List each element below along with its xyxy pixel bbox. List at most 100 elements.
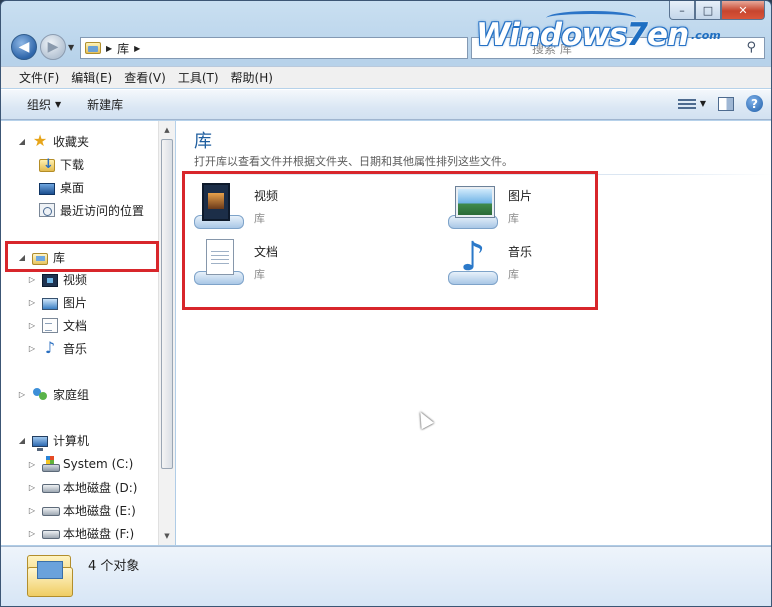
expand-arrow-icon[interactable]: ▷ bbox=[27, 529, 37, 538]
video-icon bbox=[42, 273, 58, 287]
address-segment-library[interactable]: 库 bbox=[117, 40, 129, 57]
content-area: 库 打开库以查看文件并根据文件夹、日期和其他属性排列这些文件。 视频 库 图片 … bbox=[176, 121, 771, 545]
nav-homegroup[interactable]: ▷ 家庭组 bbox=[17, 384, 89, 404]
collapse-arrow-icon[interactable]: ◢ bbox=[17, 253, 27, 262]
explorer-window: – □ ✕ ◀ ▶ ▼ ▶ 库 ▶ 搜索 库 ⚲ Windows7en .com… bbox=[0, 0, 772, 607]
nav-item-label: 文档 bbox=[63, 318, 88, 333]
expand-arrow-icon[interactable]: ▷ bbox=[27, 298, 37, 307]
organize-label: 组织 bbox=[27, 98, 52, 112]
nav-item-label: 本地磁盘 (F:) bbox=[63, 526, 135, 541]
address-bar[interactable]: ▶ 库 ▶ bbox=[80, 37, 468, 59]
nav-favorites[interactable]: ◢ ★ 收藏夹 bbox=[17, 131, 89, 151]
page-title: 库 bbox=[194, 131, 212, 152]
library-tile-pictures[interactable]: 图片 库 bbox=[448, 183, 532, 229]
chevron-down-icon: ▼ bbox=[55, 100, 62, 109]
menu-tools[interactable]: 工具(T) bbox=[172, 69, 225, 86]
recent-pages-dropdown[interactable]: ▼ bbox=[68, 43, 74, 52]
watermark-logo: Windows7en bbox=[476, 17, 689, 53]
picture-icon bbox=[42, 298, 58, 310]
nav-item-label: System (C:) bbox=[63, 457, 134, 471]
scroll-up-icon[interactable]: ▲ bbox=[159, 123, 175, 137]
new-library-button[interactable]: 新建库 bbox=[79, 96, 131, 113]
expand-arrow-icon[interactable]: ▷ bbox=[27, 460, 37, 469]
hard-drive-icon bbox=[42, 502, 60, 518]
nav-item-drive-e[interactable]: ▷ 本地磁盘 (E:) bbox=[27, 500, 136, 520]
expand-arrow-icon[interactable]: ▷ bbox=[27, 506, 37, 515]
view-controls: ▼ ? bbox=[677, 95, 763, 112]
menu-file[interactable]: 文件(F) bbox=[13, 69, 65, 86]
computer-icon bbox=[32, 435, 48, 451]
item-count: 4 个对象 bbox=[88, 559, 140, 574]
maximize-button[interactable]: □ bbox=[695, 1, 721, 20]
preview-pane-icon[interactable] bbox=[718, 96, 734, 111]
downloads-folder-icon bbox=[39, 157, 55, 172]
expand-arrow-icon[interactable]: ▷ bbox=[17, 390, 27, 399]
chevron-down-icon: ▼ bbox=[699, 99, 706, 108]
help-icon[interactable]: ? bbox=[746, 95, 763, 112]
nav-scrollbar[interactable]: ▲ ▼ bbox=[158, 121, 175, 545]
nav-item-label: 本地磁盘 (E:) bbox=[63, 503, 136, 518]
nav-computer[interactable]: ◢ 计算机 bbox=[17, 430, 89, 451]
nav-item-drive-d[interactable]: ▷ 本地磁盘 (D:) bbox=[27, 477, 138, 497]
library-icon bbox=[32, 253, 48, 265]
command-bar: 组织 ▼ 新建库 ▼ ? bbox=[1, 89, 771, 120]
library-name: 音乐 bbox=[508, 245, 533, 259]
library-tile-documents[interactable]: 文档 库 bbox=[194, 239, 278, 285]
nav-libraries[interactable]: ◢ 库 bbox=[17, 247, 65, 267]
nav-item-pictures[interactable]: ▷ 图片 bbox=[27, 292, 87, 312]
expand-arrow-icon[interactable]: ▷ bbox=[27, 483, 37, 492]
nav-item-downloads[interactable]: 下载 bbox=[39, 154, 84, 174]
nav-item-desktop[interactable]: 桌面 bbox=[39, 177, 84, 197]
expand-arrow-icon[interactable]: ▷ bbox=[27, 344, 37, 353]
search-icon[interactable]: ⚲ bbox=[746, 40, 756, 55]
menu-view[interactable]: 查看(V) bbox=[118, 69, 172, 86]
nav-item-recent-places[interactable]: 最近访问的位置 bbox=[39, 200, 144, 220]
library-folder-icon bbox=[27, 555, 73, 599]
details-pane: 4 个对象 bbox=[1, 546, 771, 606]
forward-button[interactable]: ▶ bbox=[40, 34, 66, 60]
nav-item-label: 视频 bbox=[63, 272, 88, 287]
star-icon: ★ bbox=[32, 131, 48, 150]
video-library-icon bbox=[194, 183, 244, 229]
views-icon bbox=[677, 97, 696, 111]
hard-drive-icon bbox=[42, 525, 60, 541]
organize-button[interactable]: 组织 ▼ bbox=[19, 96, 69, 113]
change-view-button[interactable]: ▼ bbox=[677, 97, 706, 111]
nav-item-documents[interactable]: ▷ 文档 bbox=[27, 315, 87, 335]
document-icon bbox=[42, 317, 58, 333]
nav-item-music[interactable]: ▷ ♪ 音乐 bbox=[27, 338, 87, 358]
scrollbar-thumb[interactable] bbox=[161, 139, 173, 469]
expand-arrow-icon[interactable]: ▷ bbox=[27, 275, 37, 284]
close-button[interactable]: ✕ bbox=[721, 1, 765, 20]
navigation-pane: ◢ ★ 收藏夹 下载 桌面 最近访问的位置 ◢ 库 ▷ 视频 ▷ bbox=[1, 121, 175, 545]
address-separator-icon[interactable]: ▶ bbox=[134, 44, 140, 53]
library-name: 图片 bbox=[508, 189, 533, 203]
expand-arrow-icon[interactable]: ▷ bbox=[27, 321, 37, 330]
nav-item-drive-f[interactable]: ▷ 本地磁盘 (F:) bbox=[27, 523, 134, 543]
hard-drive-icon bbox=[42, 479, 60, 495]
library-type: 库 bbox=[508, 212, 519, 225]
library-address-icon bbox=[85, 42, 101, 54]
collapse-arrow-icon[interactable]: ◢ bbox=[17, 436, 27, 445]
address-separator-icon[interactable]: ▶ bbox=[106, 44, 112, 53]
library-type: 库 bbox=[254, 212, 265, 225]
nav-item-videos[interactable]: ▷ 视频 bbox=[27, 269, 87, 289]
collapse-arrow-icon[interactable]: ◢ bbox=[17, 137, 27, 146]
nav-item-label: 图片 bbox=[63, 295, 88, 310]
menu-help[interactable]: 帮助(H) bbox=[225, 69, 279, 86]
scroll-down-icon[interactable]: ▼ bbox=[159, 529, 175, 543]
desktop-icon bbox=[39, 183, 55, 195]
nav-item-drive-c[interactable]: ▷ System (C:) bbox=[27, 454, 133, 474]
music-note-icon: ♪ bbox=[44, 338, 56, 357]
music-library-icon: ♪ bbox=[448, 237, 498, 285]
library-tile-videos[interactable]: 视频 库 bbox=[194, 183, 278, 229]
nav-item-label: 音乐 bbox=[63, 341, 88, 356]
library-name: 视频 bbox=[254, 189, 279, 203]
menu-edit[interactable]: 编辑(E) bbox=[65, 69, 118, 86]
nav-item-label: 本地磁盘 (D:) bbox=[63, 480, 138, 495]
library-type: 库 bbox=[254, 268, 265, 281]
library-tile-music[interactable]: ♪ 音乐 库 bbox=[448, 237, 533, 285]
watermark-domain: .com bbox=[691, 29, 721, 42]
page-subtitle: 打开库以查看文件并根据文件夹、日期和其他属性排列这些文件。 bbox=[194, 155, 513, 168]
back-button[interactable]: ◀ bbox=[11, 34, 37, 60]
